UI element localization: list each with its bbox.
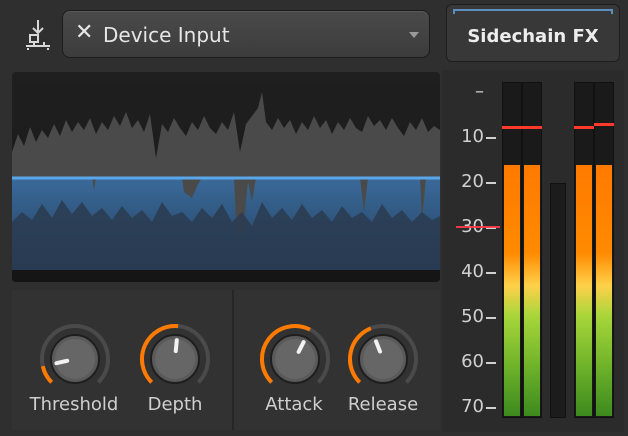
scale-label: 50 — [461, 306, 484, 327]
input-routing-icon[interactable] — [22, 18, 54, 52]
peak-marker — [574, 126, 594, 129]
depth-knob[interactable] — [138, 322, 212, 396]
meter-fill — [524, 165, 540, 416]
threshold-knob[interactable] — [38, 322, 112, 396]
sidechain-meter — [550, 182, 566, 418]
knob-value-arc — [40, 365, 54, 384]
threshold-marker[interactable] — [456, 226, 500, 228]
sidechain-fx-label: Sidechain FX — [467, 26, 599, 47]
meter-fill — [576, 165, 592, 416]
attack-knob[interactable] — [258, 322, 332, 396]
sidechain-fx-button[interactable]: Sidechain FX — [446, 4, 620, 62]
knob-pointer — [173, 338, 179, 354]
clear-icon[interactable]: ✕ — [75, 21, 93, 45]
scale-tick — [486, 407, 496, 409]
scale-label: 20 — [461, 171, 484, 192]
compressor-panel: ✕ Device Input Sidechain FX Threshold De… — [0, 0, 628, 436]
scale-label: 70 — [461, 396, 484, 417]
release-knob[interactable] — [346, 322, 420, 396]
scale-tick — [486, 362, 496, 364]
meter-fill — [596, 165, 612, 416]
release-label: Release — [347, 394, 419, 415]
sidechain-fx-accent — [453, 9, 613, 14]
threshold-label: Threshold — [29, 394, 119, 415]
scale-tick — [486, 317, 496, 319]
peak-marker — [594, 123, 614, 126]
scale-label: 60 — [461, 351, 484, 372]
device-input-label: Device Input — [103, 23, 230, 47]
level-meter-left-1 — [502, 82, 522, 418]
level-meter-right-2 — [594, 82, 614, 418]
scale-label: – — [475, 81, 484, 102]
depth-label: Depth — [147, 394, 203, 415]
level-meter-left-2 — [522, 82, 542, 418]
scale-label: 10 — [461, 126, 484, 147]
chevron-down-icon[interactable] — [409, 32, 419, 38]
scale-tick — [486, 137, 496, 139]
scale-tick — [486, 182, 496, 184]
meter-fill — [504, 165, 520, 416]
attack-label: Attack — [265, 394, 323, 415]
scale-label: 40 — [461, 261, 484, 282]
scale-tick — [486, 272, 496, 274]
device-input-select[interactable]: ✕ Device Input — [62, 10, 430, 58]
level-meter-right-1 — [574, 82, 594, 418]
peak-marker — [522, 126, 542, 129]
panel-divider — [232, 290, 234, 430]
peak-marker — [502, 126, 522, 129]
waveform-display[interactable] — [12, 72, 440, 282]
knob-pointer — [54, 358, 70, 366]
